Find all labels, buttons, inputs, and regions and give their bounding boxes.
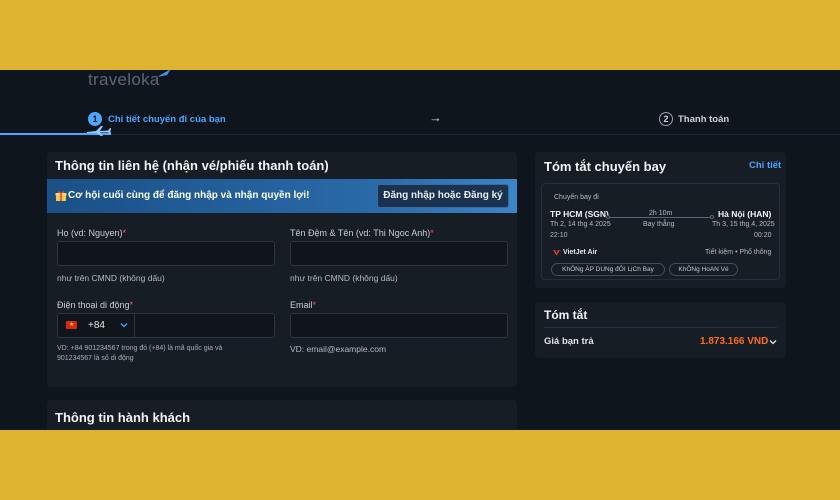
tag-no-reschedule: KhÔNg ÁP DUNg đÔI LịCh Bay <box>551 263 665 276</box>
gift-icon <box>55 191 67 201</box>
stepper-track <box>0 134 840 135</box>
app-screen: traveloka 1 Chi tiết chuyến đi của bạn →… <box>0 70 840 430</box>
route-start-dot <box>606 215 610 219</box>
phone-label: Điện thoại di động* <box>57 300 134 310</box>
tag-no-refund: KhÔNg HoAN Vé <box>669 263 738 276</box>
summary-divider <box>544 327 777 328</box>
login-banner-text: Cơ hội cuối cùng để đăng nhập và nhận qu… <box>68 190 310 201</box>
last-name-input[interactable] <box>57 241 275 266</box>
first-name-input[interactable] <box>290 241 508 266</box>
step-2-number: 2 <box>659 112 673 126</box>
route-line <box>608 217 712 218</box>
flight-stops: Bay thẳng <box>643 221 675 228</box>
step-2-label: Thanh toán <box>678 114 730 125</box>
price-summary-card: Tóm tắt Giá bạn trả 1.873.166 VND <box>535 302 786 358</box>
country-code-value: +84 <box>88 320 105 331</box>
passenger-title: Thông tin hành khách <box>55 410 191 425</box>
traveloka-logo[interactable]: traveloka <box>88 70 160 90</box>
origin-city: TP HCM (SGN) <box>550 209 609 219</box>
cabin-class: Tiết kiệm • Phổ thông <box>705 249 772 256</box>
flight-summary-title: Tóm tắt chuyến bay <box>544 159 667 174</box>
step-1-label: Chi tiết chuyến đi của bạn <box>108 114 226 125</box>
bird-logo-icon <box>157 70 171 77</box>
price-summary-title: Tóm tắt <box>544 308 588 322</box>
destination-city: Hà Nội (HAN) <box>718 209 772 219</box>
destination-time: 00:20 <box>754 232 772 239</box>
price-value[interactable]: 1.873.166 VND <box>700 336 768 347</box>
origin-time: 22:10 <box>550 232 568 239</box>
country-code-select[interactable]: ★ +84 <box>58 314 135 337</box>
phone-hint: VD: +84 901234567 trong đó (+84) là mã q… <box>57 345 223 362</box>
step-1-number: 1 <box>88 112 102 126</box>
route-end-dot <box>710 215 714 219</box>
login-banner: Cơ hội cuối cùng để đăng nhập và nhận qu… <box>47 179 517 213</box>
flight-leg-box: Chuyến bay đi TP HCM (SGN) Th 2, 14 thg … <box>541 183 780 280</box>
last-name-label: Họ (vd: Nguyen)* <box>57 228 127 238</box>
destination-date: Th 3, 15 thg 4, 2025 <box>712 221 775 228</box>
flight-duration: 2h 10m <box>649 210 673 217</box>
contact-info-card: Thông tin liên hệ (nhận vé/phiếu thanh t… <box>47 152 517 387</box>
vietnam-flag-icon: ★ <box>66 321 77 329</box>
airline-name: VietJet Air <box>563 249 598 256</box>
first-name-label: Tên Đệm & Tên (vd: Thi Ngoc Anh)* <box>290 228 434 238</box>
chevron-down-icon <box>120 323 128 328</box>
email-hint: VD: email@example.com <box>290 344 387 354</box>
contact-title: Thông tin liên hệ (nhận vé/phiếu thanh t… <box>55 158 329 173</box>
login-register-button[interactable]: Đăng nhập hoặc Đăng ký <box>377 184 509 208</box>
leg-label: Chuyến bay đi <box>554 194 599 201</box>
flight-summary-card: Tóm tắt chuyến bay Chi tiết Chuyến bay đ… <box>535 152 786 288</box>
flight-detail-link[interactable]: Chi tiết <box>749 160 781 171</box>
airplane-icon <box>87 126 111 136</box>
step-arrow-icon: → <box>429 110 442 125</box>
email-label: Email* <box>290 300 317 310</box>
booking-stepper: 1 Chi tiết chuyến đi của bạn → 2 Thanh t… <box>0 108 840 138</box>
last-name-hint: như trên CMND (không dấu) <box>57 273 165 283</box>
phone-input[interactable]: ★ +84 <box>57 313 275 338</box>
vietjet-logo-icon <box>553 250 560 256</box>
email-input[interactable] <box>290 313 508 338</box>
origin-date: Th 2, 14 thg 4 2025 <box>550 221 611 228</box>
chevron-down-icon[interactable] <box>769 338 777 346</box>
price-label: Giá bạn trả <box>544 336 594 347</box>
passenger-info-card: Thông tin hành khách <box>47 400 517 430</box>
first-name-hint: như trên CMND (không dấu) <box>290 273 398 283</box>
